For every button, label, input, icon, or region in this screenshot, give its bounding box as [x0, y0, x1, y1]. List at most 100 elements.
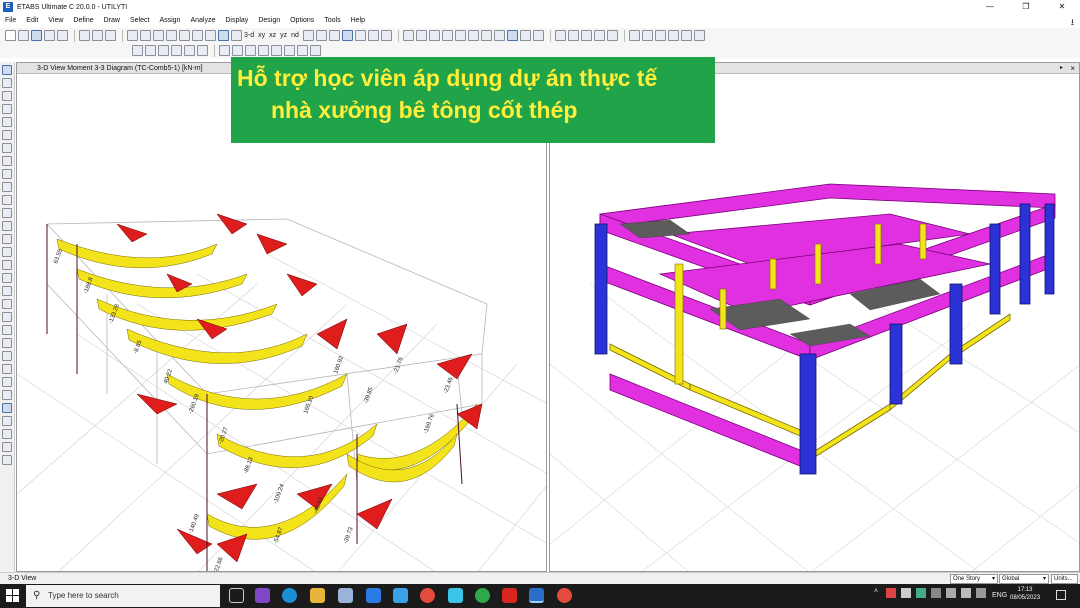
display-loads-icon[interactable] — [641, 30, 653, 41]
menu-design[interactable]: Design — [258, 17, 280, 24]
get-previous-selection-icon[interactable] — [297, 45, 308, 56]
draw-rect-area-icon[interactable] — [2, 169, 12, 179]
select-poly-icon[interactable] — [245, 45, 256, 56]
zoom-fit-icon[interactable] — [179, 30, 190, 41]
snap-more-icon[interactable] — [2, 442, 12, 452]
draw-opening-left-icon[interactable] — [2, 195, 12, 205]
snap-grid-left-icon[interactable] — [2, 403, 12, 413]
tray-volume-icon[interactable] — [961, 588, 971, 598]
menu-define[interactable]: Define — [73, 17, 93, 24]
tray-display-icon[interactable] — [931, 588, 941, 598]
draw-tendon-icon[interactable] — [2, 221, 12, 231]
pointer-icon[interactable] — [2, 65, 12, 75]
units-button[interactable]: Units... — [1051, 574, 1078, 584]
draw-beam-left-icon[interactable] — [2, 117, 12, 127]
snap-ends-icon[interactable] — [145, 45, 156, 56]
story-select[interactable]: One Story ▾ — [950, 574, 998, 584]
draw-line-icon[interactable] — [2, 104, 12, 114]
draw-brace-icon[interactable] — [441, 30, 453, 41]
rubber-band-zoom-icon[interactable] — [218, 30, 229, 41]
reshape-icon[interactable] — [2, 78, 12, 88]
close-button[interactable]: ✕ — [1044, 0, 1080, 14]
snap-mid-icon[interactable] — [2, 364, 12, 374]
refresh-icon[interactable] — [92, 30, 103, 41]
select-all-icon[interactable] — [271, 45, 282, 56]
design-concrete-icon[interactable] — [554, 30, 566, 41]
view-yz-button[interactable]: yz — [280, 32, 287, 39]
app-green-icon[interactable] — [475, 588, 490, 603]
language-indicator[interactable]: ENG — [992, 592, 1007, 599]
design-steel-icon[interactable] — [567, 30, 579, 41]
select-line-icon[interactable] — [2, 325, 12, 335]
zoom-in-icon[interactable] — [153, 30, 164, 41]
viewport-scroll-icon[interactable]: ▸ — [1060, 63, 1063, 74]
draw-wall-icon[interactable] — [467, 30, 479, 41]
redo-icon[interactable] — [57, 30, 68, 41]
tray-battery-icon[interactable] — [976, 588, 986, 598]
minimize-button[interactable]: — — [972, 0, 1008, 14]
select-pointer-icon[interactable] — [219, 45, 230, 56]
draw-dimension-left-icon[interactable] — [2, 260, 12, 270]
snap-fine-grid-icon[interactable] — [197, 45, 208, 56]
draw-column-icon[interactable] — [428, 30, 440, 41]
extrude-icon[interactable] — [367, 30, 379, 41]
snap-arc-icon[interactable] — [2, 429, 12, 439]
windows-start-icon[interactable] — [6, 589, 20, 603]
menu-help[interactable]: Help — [351, 17, 365, 24]
snap-lines-icon[interactable] — [184, 45, 195, 56]
draw-dimension-icon[interactable] — [519, 30, 531, 41]
perspective-icon[interactable] — [302, 30, 314, 41]
etabs-taskbar-icon[interactable] — [529, 588, 544, 603]
notification-icon[interactable] — [1056, 590, 1066, 600]
draw-section-cut-icon[interactable] — [2, 247, 12, 257]
tray-app-icon[interactable] — [886, 588, 896, 598]
menu-edit[interactable]: Edit — [26, 17, 38, 24]
tray-shield-icon[interactable] — [916, 588, 926, 598]
app-cyan-icon[interactable] — [448, 588, 463, 603]
zoom-previous-icon[interactable] — [192, 30, 203, 41]
model-3d-canvas[interactable] — [550, 74, 1080, 572]
visual-studio-icon[interactable] — [255, 588, 270, 603]
snap-end-icon[interactable] — [2, 377, 12, 387]
move-up-icon[interactable] — [315, 30, 327, 41]
snap-intersections-icon[interactable] — [158, 45, 169, 56]
menu-view[interactable]: View — [48, 17, 63, 24]
chrome-profile-icon[interactable] — [557, 588, 572, 603]
clear-left-icon[interactable] — [2, 312, 12, 322]
zoom-window-icon[interactable] — [140, 30, 151, 41]
snap-perpendicular-icon[interactable] — [171, 45, 182, 56]
draw-link-icon[interactable] — [493, 30, 505, 41]
paint-icon[interactable] — [338, 588, 353, 603]
set-display-options-icon[interactable] — [354, 30, 366, 41]
clear-selection-icon[interactable] — [310, 45, 321, 56]
menu-display[interactable]: Display — [225, 17, 248, 24]
view-xy-button[interactable]: xy — [258, 32, 265, 39]
pencil-icon[interactable] — [79, 30, 90, 41]
view-xz-button[interactable]: xz — [269, 32, 276, 39]
edge-icon[interactable] — [282, 588, 297, 603]
taskbar-search-box[interactable]: ⚲ Type here to search — [26, 585, 220, 607]
get-previous-icon[interactable] — [2, 299, 12, 309]
snap-edge-icon[interactable] — [2, 416, 12, 426]
open-icon[interactable] — [18, 30, 29, 41]
snap-left-icon[interactable] — [2, 351, 12, 361]
rotate-3d-icon[interactable] — [231, 30, 242, 41]
draw-link-left-icon[interactable] — [2, 208, 12, 218]
draw-opening-icon[interactable] — [480, 30, 492, 41]
draw-column-left-icon[interactable] — [2, 130, 12, 140]
undo-icon[interactable] — [44, 30, 55, 41]
tray-chevron-icon[interactable]: ˄ — [874, 588, 878, 595]
tray-network-icon[interactable] — [901, 588, 911, 598]
draw-grid-icon[interactable] — [2, 273, 12, 283]
draw-area-icon[interactable] — [2, 156, 12, 166]
select-intersect-left-icon[interactable] — [2, 338, 12, 348]
draw-floor-icon[interactable] — [454, 30, 466, 41]
display-more-icon[interactable] — [693, 30, 705, 41]
restore-button[interactable]: ❐ — [1008, 0, 1044, 14]
zoom-out-icon[interactable] — [166, 30, 177, 41]
draw-wall-left-icon[interactable] — [2, 182, 12, 192]
design-slab-icon[interactable] — [606, 30, 618, 41]
select-all-left-icon[interactable] — [2, 286, 12, 296]
autocad-icon[interactable] — [502, 588, 517, 603]
menu-draw[interactable]: Draw — [104, 17, 120, 24]
